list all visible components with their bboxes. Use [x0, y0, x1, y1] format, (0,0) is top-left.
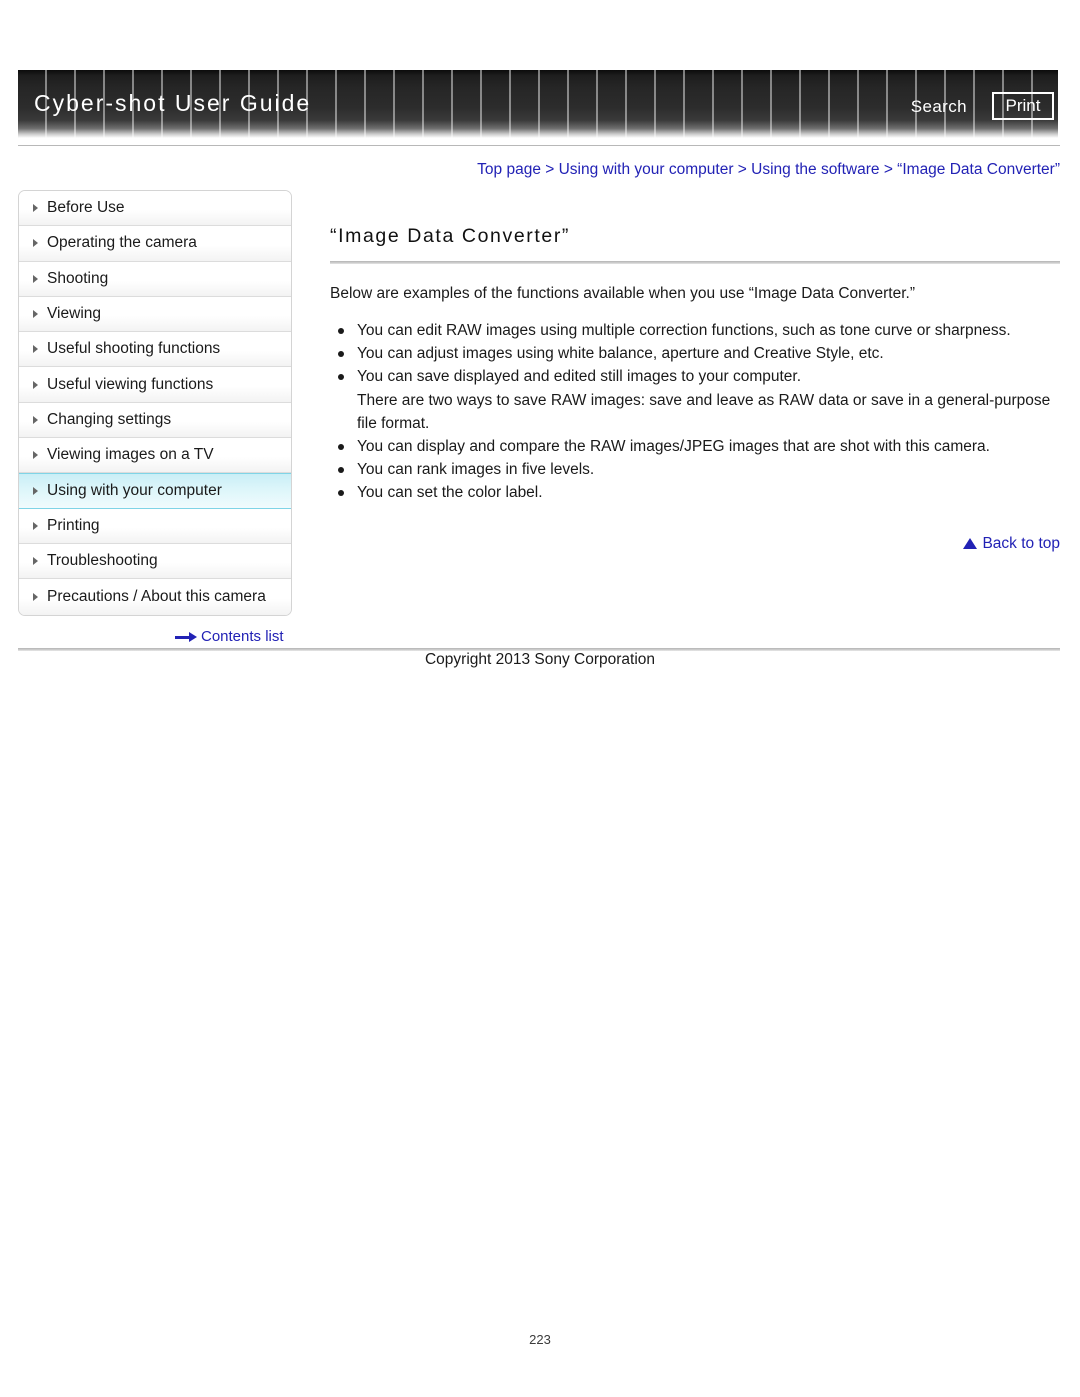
sidebar-item-troubleshooting[interactable]: Troubleshooting: [19, 543, 291, 580]
feature-list-item-text: You can adjust images using white balanc…: [357, 345, 884, 363]
main-content: “Image Data Converter” Below are example…: [330, 225, 1060, 553]
site-title: Cyber-shot User Guide: [34, 90, 312, 116]
header-divider: [18, 145, 1060, 146]
sidebar-item-label: Useful viewing functions: [47, 375, 214, 393]
triangle-right-icon: [33, 592, 38, 601]
bullet-icon: [338, 467, 344, 474]
breadcrumb[interactable]: Top page > Using with your computer > Us…: [477, 161, 1060, 179]
feature-list-item: You can rank images in five levels.: [330, 459, 1060, 482]
sidebar-item-label: Useful shooting functions: [47, 340, 221, 358]
triangle-right-icon: [33, 451, 38, 460]
triangle-right-icon: [33, 487, 38, 496]
contents-list-label: Contents list: [201, 628, 284, 645]
sidebar-item-viewing[interactable]: Viewing: [19, 296, 291, 333]
sidebar-item-useful-shooting-functions[interactable]: Useful shooting functions: [19, 332, 291, 368]
triangle-right-icon: [33, 274, 38, 283]
triangle-up-icon: [963, 538, 978, 550]
feature-list-item-text: You can set the color label.: [357, 483, 543, 501]
feature-list-item: You can adjust images using white balanc…: [330, 343, 1060, 366]
search-button[interactable]: Search: [911, 97, 967, 117]
bullet-icon: [338, 328, 344, 335]
sidebar-item-operating-the-camera[interactable]: Operating the camera: [19, 226, 291, 262]
feature-list-item: You can edit RAW images using multiple c…: [330, 320, 1060, 343]
sidebar-item-label: Troubleshooting: [47, 552, 158, 570]
sidebar-item-label: Viewing: [47, 305, 102, 323]
contents-list-link[interactable]: Contents list: [175, 628, 284, 645]
sidebar-item-label: Precautions / About this camera: [47, 587, 266, 605]
sidebar-item-using-with-your-computer[interactable]: Using with your computer: [19, 473, 291, 509]
sidebar-item-printing[interactable]: Printing: [19, 508, 291, 544]
feature-list-item-detail: There are two ways to save RAW images: s…: [357, 392, 1051, 433]
triangle-right-icon: [33, 345, 38, 354]
sidebar-item-precautions-about-this-camera[interactable]: Precautions / About this camera: [19, 579, 291, 615]
sidebar-item-label: Printing: [47, 516, 100, 534]
sidebar-item-label: Operating the camera: [47, 234, 197, 252]
triangle-right-icon: [33, 310, 38, 319]
back-to-top-link[interactable]: Back to top: [330, 535, 1060, 553]
feature-list-item: You can set the color label.: [330, 482, 1060, 505]
print-button[interactable]: Print: [992, 92, 1054, 120]
copyright-text: Copyright 2013 Sony Corporation: [424, 651, 656, 668]
bullet-icon: [338, 444, 344, 451]
bullet-icon: [338, 374, 344, 381]
page-title: “Image Data Converter”: [330, 225, 571, 247]
page-number: 223: [529, 1332, 551, 1347]
sidebar-item-changing-settings[interactable]: Changing settings: [19, 402, 291, 439]
feature-list-item-text: You can display and compare the RAW imag…: [357, 438, 990, 456]
intro-paragraph: Below are examples of the functions avai…: [330, 285, 916, 302]
sidebar-item-before-use[interactable]: Before Use: [19, 191, 291, 227]
sidebar-item-shooting[interactable]: Shooting: [19, 261, 291, 297]
feature-list-item-text: You can rank images in five levels.: [357, 461, 595, 479]
triangle-right-icon: [33, 557, 38, 566]
sidebar-item-label: Using with your computer: [47, 482, 222, 500]
sidebar-item-label: Before Use: [47, 199, 125, 217]
feature-list-item-text: You can save displayed and edited still …: [357, 368, 802, 386]
triangle-right-icon: [33, 204, 38, 213]
bullet-icon: [338, 489, 344, 496]
sidebar-item-useful-viewing-functions[interactable]: Useful viewing functions: [19, 367, 291, 403]
triangle-right-icon: [33, 415, 38, 424]
sidebar-navigation: Before Use Operating the camera Shooting Vi…: [18, 190, 292, 616]
triangle-right-icon: [33, 380, 38, 389]
sidebar-item-label: Shooting: [47, 269, 109, 287]
triangle-right-icon: [33, 521, 38, 530]
feature-list-item: You can display and compare the RAW imag…: [330, 436, 1060, 459]
bullet-icon: [338, 351, 344, 358]
sidebar-item-viewing-images-on-a-tv[interactable]: Viewing images on a TV: [19, 438, 291, 474]
site-header-banner: Cyber-shot User Guide Search Print: [18, 70, 1058, 138]
feature-list-item: You can save displayed and edited still …: [330, 366, 1060, 436]
sidebar-item-label: Viewing images on a TV: [47, 446, 214, 464]
feature-list-item-text: You can edit RAW images using multiple c…: [357, 322, 1011, 340]
title-divider: [330, 261, 1060, 264]
triangle-right-icon: [33, 239, 38, 248]
feature-list: You can edit RAW images using multiple c…: [330, 320, 1060, 505]
arrow-right-icon: [175, 631, 197, 642]
back-to-top-label: Back to top: [982, 534, 1060, 552]
sidebar-item-label: Changing settings: [47, 410, 172, 428]
